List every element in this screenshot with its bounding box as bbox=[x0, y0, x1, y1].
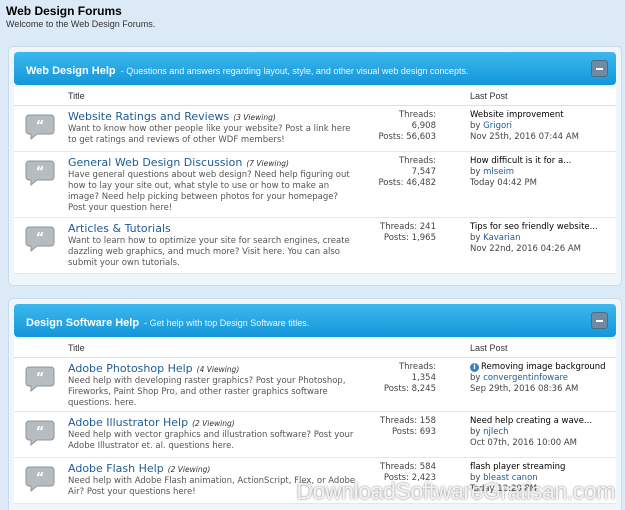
last-post: Need help creating a wave... by njlech O… bbox=[470, 416, 620, 449]
last-post-date: Nov 25th, 2016 07:44 AM bbox=[470, 132, 579, 142]
collapse-icon[interactable] bbox=[591, 60, 608, 77]
column-title: Title bbox=[68, 91, 85, 101]
post-count: 56,603 bbox=[406, 132, 436, 142]
section-description: - Questions and answers regarding layout… bbox=[120, 66, 469, 76]
viewing-count: (2 Viewing) bbox=[167, 465, 211, 474]
forum-row: “ Articles & Tutorials Want to learn how… bbox=[14, 218, 616, 274]
forum-row: “ General Web Design Discussion (7 Viewin… bbox=[14, 152, 616, 218]
forum-stats: Threads: 6,908 Posts: 56,603 bbox=[336, 110, 436, 143]
section-header: Design Software Help - Get help with top… bbox=[14, 304, 616, 337]
forum-title-link[interactable]: General Web Design Discussion (7 Viewing) bbox=[68, 156, 289, 169]
forum-title-link[interactable]: Adobe Flash Help (2 Viewing) bbox=[68, 462, 210, 475]
viewing-count: (3 Viewing) bbox=[233, 113, 276, 122]
section-web-design-help: Web Design Help - Questions and answers … bbox=[8, 46, 622, 286]
info-icon: i bbox=[470, 363, 479, 372]
forum-description: Want to learn how to optimize your site … bbox=[68, 236, 350, 268]
forum-bubble-icon: “ bbox=[25, 226, 55, 252]
thread-count: 584 bbox=[419, 462, 436, 472]
forum-title-link[interactable]: Website Ratings and Reviews (3 Viewing) bbox=[68, 110, 276, 123]
forum-title-link[interactable]: Adobe Photoshop Help (4 Viewing) bbox=[68, 362, 239, 375]
last-post: i Removing image background by convergent… bbox=[470, 362, 620, 395]
last-post-title[interactable]: i Removing image background bbox=[470, 362, 620, 373]
forum-description: Have general questions about web design?… bbox=[68, 170, 350, 213]
section-header: Web Design Help - Questions and answers … bbox=[14, 52, 616, 85]
viewing-count: (4 Viewing) bbox=[196, 365, 240, 374]
last-post: How difficult is it for a... by mlseim T… bbox=[470, 156, 620, 189]
last-post-title[interactable]: Tips for seo friendly website... bbox=[470, 222, 620, 233]
last-post-user[interactable]: Grigori bbox=[483, 121, 512, 131]
forum-title-link[interactable]: Articles & Tutorials bbox=[68, 222, 175, 235]
column-last-post: Last Post bbox=[470, 91, 508, 101]
svg-text:“: “ bbox=[36, 231, 45, 246]
thread-count: 6,908 bbox=[411, 121, 436, 131]
thread-count: 7,547 bbox=[411, 167, 436, 177]
post-count: 8,245 bbox=[411, 384, 436, 394]
last-post-title[interactable]: How difficult is it for a... bbox=[470, 156, 620, 167]
forum-bubble-icon: “ bbox=[25, 114, 55, 140]
forum-description: Need help with vector graphics and illus… bbox=[68, 430, 354, 451]
last-post-title[interactable]: flash player streaming bbox=[470, 462, 620, 473]
forum-description: Want to know how other people like your … bbox=[68, 124, 351, 145]
last-post-date: Sep 29th, 2016 08:36 AM bbox=[470, 384, 579, 394]
section-title[interactable]: Web Design Help bbox=[26, 65, 116, 77]
thread-count: 1,354 bbox=[411, 373, 436, 383]
svg-text:“: “ bbox=[36, 165, 45, 180]
svg-text:“: “ bbox=[36, 371, 45, 386]
forum-bubble-icon: “ bbox=[25, 160, 55, 186]
forum-stats: Threads: 7,547 Posts: 46,482 bbox=[336, 156, 436, 189]
viewing-count: (2 Viewing) bbox=[192, 419, 235, 428]
column-title: Title bbox=[68, 343, 85, 353]
site-header: Web Design Forums Welcome to the Web Des… bbox=[0, 0, 625, 40]
column-header: Title Last Post bbox=[14, 339, 616, 358]
last-post-title[interactable]: Website improvement bbox=[470, 110, 620, 121]
last-post-user[interactable]: convergentinfoware bbox=[483, 373, 568, 383]
forum-row: “ Adobe Illustrator Help (2 Viewing) Need… bbox=[14, 412, 616, 458]
last-post-title[interactable]: Need help creating a wave... bbox=[470, 416, 620, 427]
last-post-user[interactable]: mlseim bbox=[483, 167, 514, 177]
column-header: Title Last Post bbox=[14, 87, 616, 106]
last-post-user[interactable]: Kavarian bbox=[483, 233, 520, 243]
post-count: 46,482 bbox=[406, 178, 436, 188]
watermark: DownloadSoftwareGratisan.com bbox=[296, 478, 615, 504]
svg-text:“: “ bbox=[36, 425, 45, 440]
column-last-post: Last Post bbox=[470, 343, 508, 353]
last-post: Website improvement by Grigori Nov 25th,… bbox=[470, 110, 620, 143]
collapse-icon[interactable] bbox=[591, 312, 608, 329]
last-post-user[interactable]: njlech bbox=[483, 427, 508, 437]
post-count: 1,965 bbox=[411, 233, 436, 243]
thread-count: 158 bbox=[419, 416, 436, 426]
svg-text:“: “ bbox=[36, 119, 45, 134]
forum-title-link[interactable]: Adobe Illustrator Help (2 Viewing) bbox=[68, 416, 235, 429]
section-title[interactable]: Design Software Help bbox=[26, 317, 139, 329]
section-description: - Get help with top Design Software titl… bbox=[144, 318, 310, 328]
forum-bubble-icon: “ bbox=[25, 466, 55, 492]
forum-table: Title Last Post “ Website Ratings and Re… bbox=[14, 87, 616, 274]
forum-description: Need help with developing raster graphic… bbox=[68, 376, 346, 408]
viewing-count: (7 Viewing) bbox=[246, 159, 289, 168]
post-count: 693 bbox=[419, 427, 436, 437]
thread-count: 241 bbox=[419, 222, 436, 232]
forum-bubble-icon: “ bbox=[25, 366, 55, 392]
forum-row: “ Adobe Photoshop Help (4 Viewing) Need h… bbox=[14, 358, 616, 412]
site-title[interactable]: Web Design Forums bbox=[6, 4, 619, 18]
forum-stats: Threads: 158 Posts: 693 bbox=[380, 416, 436, 437]
last-post: Tips for seo friendly website... by Kava… bbox=[470, 222, 620, 255]
forum-stats: Threads: 1,354 Posts: 8,245 bbox=[336, 362, 436, 395]
forum-stats: Threads: 241 Posts: 1,965 bbox=[380, 222, 436, 243]
forum-bubble-icon: “ bbox=[25, 420, 55, 446]
last-post-date: Today 04:42 PM bbox=[470, 178, 537, 188]
forum-row: “ Website Ratings and Reviews (3 Viewing)… bbox=[14, 106, 616, 152]
site-subtitle: Welcome to the Web Design Forums. bbox=[6, 19, 156, 29]
svg-text:“: “ bbox=[36, 471, 45, 486]
last-post-date: Nov 22nd, 2016 04:26 AM bbox=[470, 244, 581, 254]
last-post-date: Oct 07th, 2016 10:00 AM bbox=[470, 438, 578, 448]
